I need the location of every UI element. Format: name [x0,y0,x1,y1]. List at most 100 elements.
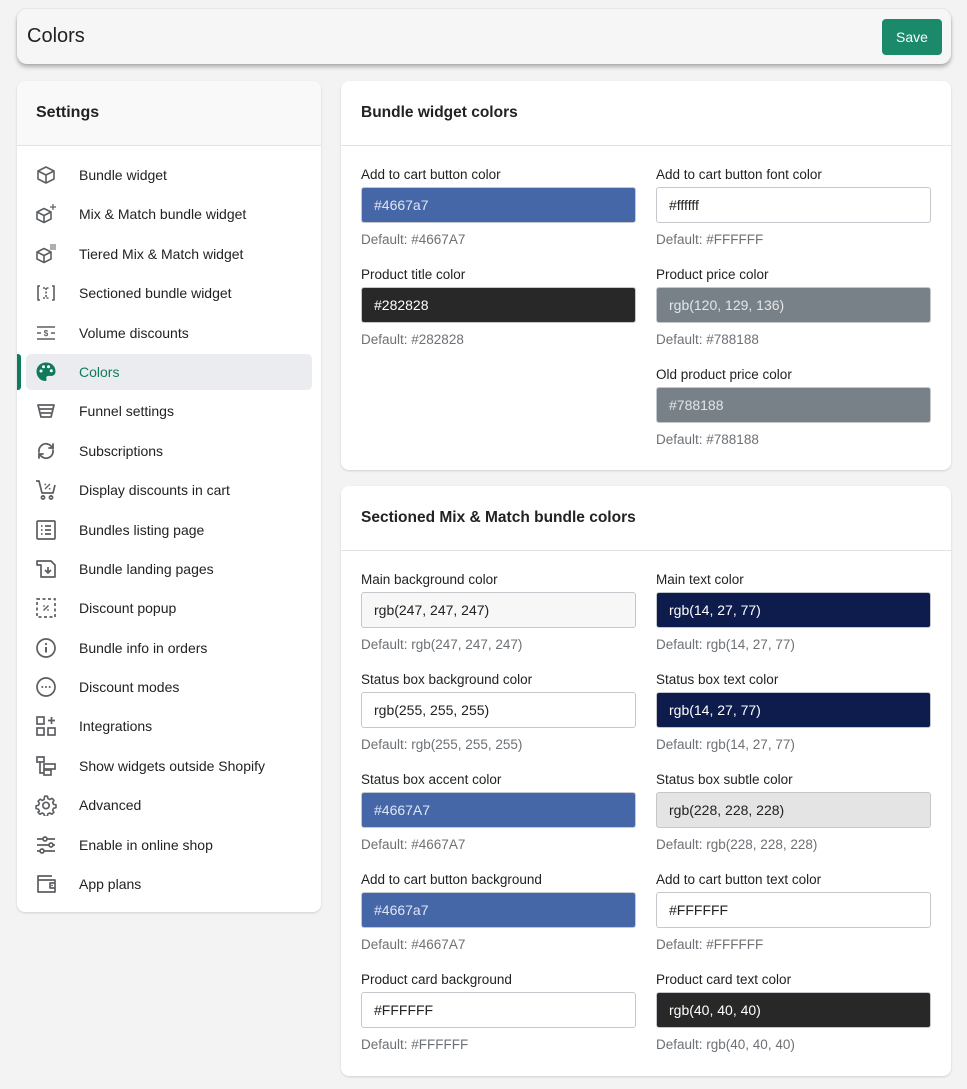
sidebar-item-label: Bundle widget [79,167,167,183]
list-icon [35,519,57,541]
sidebar-item-label: Bundles listing page [79,521,205,538]
color-field: Add to cart button text color #FFFFFF Defa… [656,873,931,973]
page-title: Colors [27,25,85,47]
color-field: Product card text color rgb(40, 40, 40) De… [656,973,931,1073]
sidebar-item-display-discounts-cart[interactable]: Display discounts in cart [26,472,312,508]
sidebar-item-label: Bundle info in orders [79,639,208,656]
color-input[interactable]: #282828 [361,287,636,323]
color-field-default: Default: rgb(228, 228, 228) [656,837,818,852]
sectioned-icon [35,282,57,304]
card-header: Bundle widget colors [341,81,951,146]
sidebar-item-discount-modes[interactable]: Discount modes [26,669,312,705]
color-input[interactable]: rgb(228, 228, 228) [656,792,931,828]
sidebar-item-label: Bundle landing pages [79,560,214,577]
color-input[interactable]: rgb(14, 27, 77) [656,592,931,628]
sidebar-item-mix-match[interactable]: Mix & Match bundle widget [26,196,312,232]
color-input[interactable]: #FFFFFF [656,892,931,928]
sidebar-item-label: Volume discounts [79,324,189,341]
funnel-icon [35,400,57,422]
sidebar-item-label: App plans [79,876,142,893]
box-tiers-icon [35,243,57,265]
card-title: Sectioned Mix & Match bundle colors [361,509,636,526]
sidebar-item-enable-online-shop[interactable]: Enable in online shop [26,827,312,863]
sidebar-item-widgets-outside-shopify[interactable]: Show widgets outside Shopify [26,748,312,784]
sidebar-item-volume-discounts[interactable]: $ Volume discounts [26,315,312,351]
color-field-default: Default: #282828 [361,332,464,347]
sidebar-item-label: Funnel settings [79,403,174,420]
color-field-default: Default: #788188 [656,432,759,447]
cart-discount-icon [35,479,57,501]
sidebar-item-bundle-landing-pages[interactable]: Bundle landing pages [26,551,312,587]
sidebar-item-advanced[interactable]: Advanced [26,787,312,823]
sidebar-item-app-plans[interactable]: App plans [26,866,312,902]
volume-discount-icon: $ [35,322,57,344]
sidebar-item-label: Discount popup [79,600,177,617]
color-field-label: Status box background color [361,672,533,687]
sidebar-item-discount-popup[interactable]: Discount popup [26,590,312,626]
sidebar-item-label: Mix & Match bundle widget [79,206,247,223]
color-input[interactable]: #4667A7 [361,792,636,828]
sidebar-item-sectioned-bundle[interactable]: Sectioned bundle widget [26,275,312,311]
sidebar-item-bundle-info-orders[interactable]: Bundle info in orders [26,630,312,666]
sidebar-item-label: Colors [79,363,120,380]
color-field-default: Default: #FFFFFF [361,1037,469,1052]
color-field: Add to cart button font color #ffffff Defa… [656,168,931,268]
box-plus-icon [35,203,57,225]
sidebar-item-tiered-mix-match[interactable]: Tiered Mix & Match widget [26,236,312,272]
card-title: Bundle widget colors [361,104,518,121]
sidebar-item-subscriptions[interactable]: Subscriptions [26,433,312,469]
gear-icon [35,794,57,817]
color-field: Status box background color rgb(255, 255,… [361,673,636,773]
color-input[interactable]: #FFFFFF [361,992,636,1028]
sliders-icon [35,834,57,856]
color-field: Product price color rgb(120, 129, 136) Def… [656,268,931,368]
box-icon [35,164,57,186]
sidebar-header: Settings [17,81,321,146]
color-input[interactable]: rgb(14, 27, 77) [656,692,931,728]
color-field-default: Default: rgb(14, 27, 77) [656,637,795,652]
color-input[interactable]: #ffffff [656,187,931,223]
color-input[interactable]: rgb(247, 247, 247) [361,592,636,628]
info-icon [35,637,57,659]
sidebar-item-bundle-widget[interactable]: Bundle widget [26,157,312,193]
color-field: Status box text color rgb(14, 27, 77) Defa… [656,673,931,773]
color-field-label: Status box subtle color [656,772,793,787]
page-header: Colors Save [17,9,951,64]
color-field-label: Add to cart button color [361,167,501,182]
settings-sidebar: Settings Bundle widget Mix & Match bundl… [17,81,321,912]
color-field: Status box subtle color rgb(228, 228, 228… [656,773,931,873]
color-field: Add to cart button color #4667a7 Default: … [361,168,636,268]
save-button[interactable]: Save [882,18,942,55]
color-field-default: Default: rgb(40, 40, 40) [656,1037,795,1052]
discount-popup-icon [35,597,57,619]
color-input[interactable]: rgb(120, 129, 136) [656,287,931,323]
color-input[interactable]: #4667a7 [361,892,636,928]
color-input[interactable]: rgb(255, 255, 255) [361,692,636,728]
color-field-default: Default: #FFFFFF [656,937,764,952]
color-field-label: Main text color [656,572,744,587]
color-field: Main text color rgb(14, 27, 77) Default: r… [656,573,931,673]
color-field-label: Add to cart button text color [656,872,822,887]
color-field-default: Default: #788188 [656,332,759,347]
sidebar-item-bundles-listing-page[interactable]: Bundles listing page [26,512,312,548]
more-horizontal-icon [35,676,57,698]
color-input[interactable]: #4667a7 [361,187,636,223]
card-header: Sectioned Mix & Match bundle colors [341,486,951,551]
color-input[interactable]: #788188 [656,387,931,423]
sidebar-item-label: Enable in online shop [79,836,213,853]
sidebar-item-integrations[interactable]: Integrations [26,708,312,744]
color-field: Product title color #282828 Default: #2828… [361,268,636,368]
color-input[interactable]: rgb(40, 40, 40) [656,992,931,1028]
color-field: Old product price color #788188 Default: #… [656,368,931,468]
sidebar-item-colors[interactable]: Colors [17,353,312,390]
landing-page-icon [35,558,57,580]
wallet-icon [35,873,57,895]
apps-add-icon [35,715,57,737]
color-field-label: Product card background [361,972,512,987]
color-field-default: Default: rgb(14, 27, 77) [656,737,795,752]
color-field-label: Main background color [361,572,498,587]
color-field: Status box accent color #4667A7 Default: #… [361,773,636,873]
settings-nav: Bundle widget Mix & Match bundle widget … [17,146,321,902]
color-field-label: Status box text color [656,672,779,687]
sidebar-item-funnel-settings[interactable]: Funnel settings [26,393,312,429]
